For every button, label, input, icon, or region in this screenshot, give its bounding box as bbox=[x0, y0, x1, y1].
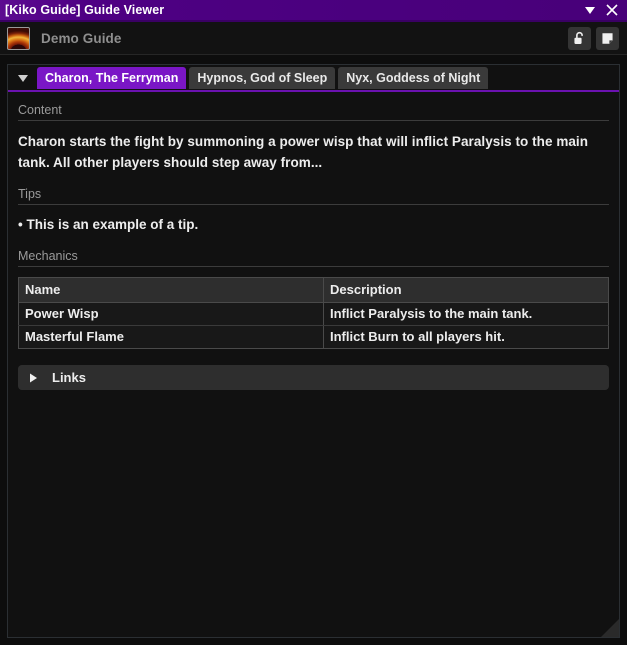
window-title: [Kiko Guide] Guide Viewer bbox=[5, 3, 165, 17]
resize-grip[interactable] bbox=[597, 615, 619, 637]
chevron-down-icon[interactable] bbox=[12, 67, 34, 89]
window-titlebar[interactable]: [Kiko Guide] Guide Viewer bbox=[0, 0, 627, 22]
links-label: Links bbox=[52, 370, 86, 385]
header-actions bbox=[568, 26, 619, 50]
note-icon[interactable] bbox=[596, 26, 619, 50]
guide-viewer-window: [Kiko Guide] Guide Viewer Demo Guide Cha… bbox=[0, 0, 627, 645]
caret-right-icon bbox=[27, 372, 43, 384]
window-controls bbox=[583, 3, 621, 17]
cell-name: Power Wisp bbox=[18, 302, 324, 326]
section-divider bbox=[18, 204, 609, 205]
close-icon[interactable] bbox=[605, 3, 619, 17]
chevron-down-icon[interactable] bbox=[583, 3, 597, 17]
section-divider bbox=[18, 266, 609, 267]
cell-description: Inflict Burn to all players hit. bbox=[323, 325, 609, 349]
table-row: Masterful Flame Inflict Burn to all play… bbox=[18, 325, 609, 349]
guide-header: Demo Guide bbox=[0, 22, 627, 55]
section-divider bbox=[18, 120, 609, 121]
table-row: Power Wisp Inflict Paralysis to the main… bbox=[18, 302, 609, 326]
section-header-mechanics: Mechanics bbox=[18, 249, 78, 263]
tab-strip: Charon, The Ferryman Hypnos, God of Slee… bbox=[8, 65, 619, 92]
section-header-content: Content bbox=[18, 103, 62, 117]
guide-portal-icon bbox=[7, 26, 30, 50]
guide-content-area: Content Charon starts the fight by summo… bbox=[8, 94, 619, 637]
tip-item: • This is an example of a tip. bbox=[18, 217, 199, 232]
cell-name: Masterful Flame bbox=[18, 325, 324, 349]
guide-body: Charon, The Ferryman Hypnos, God of Slee… bbox=[7, 64, 620, 638]
links-collapsible-header[interactable]: Links bbox=[18, 365, 609, 390]
table-header-row: Name Description bbox=[18, 277, 609, 303]
column-header-name: Name bbox=[18, 277, 324, 303]
mechanics-table: Name Description Power Wisp Inflict Para… bbox=[18, 277, 609, 349]
section-header-tips: Tips bbox=[18, 187, 42, 201]
tab-hypnos-god-of-sleep[interactable]: Hypnos, God of Sleep bbox=[189, 66, 336, 89]
tab-nyx-goddess-of-night[interactable]: Nyx, Goddess of Night bbox=[338, 66, 489, 89]
cell-description: Inflict Paralysis to the main tank. bbox=[323, 302, 609, 326]
column-header-description: Description bbox=[323, 277, 609, 303]
tab-charon-the-ferryman[interactable]: Charon, The Ferryman bbox=[37, 66, 187, 89]
guide-name-label: Demo Guide bbox=[41, 30, 122, 46]
content-text: Charon starts the fight by summoning a p… bbox=[18, 134, 589, 170]
unlock-icon[interactable] bbox=[568, 26, 591, 50]
